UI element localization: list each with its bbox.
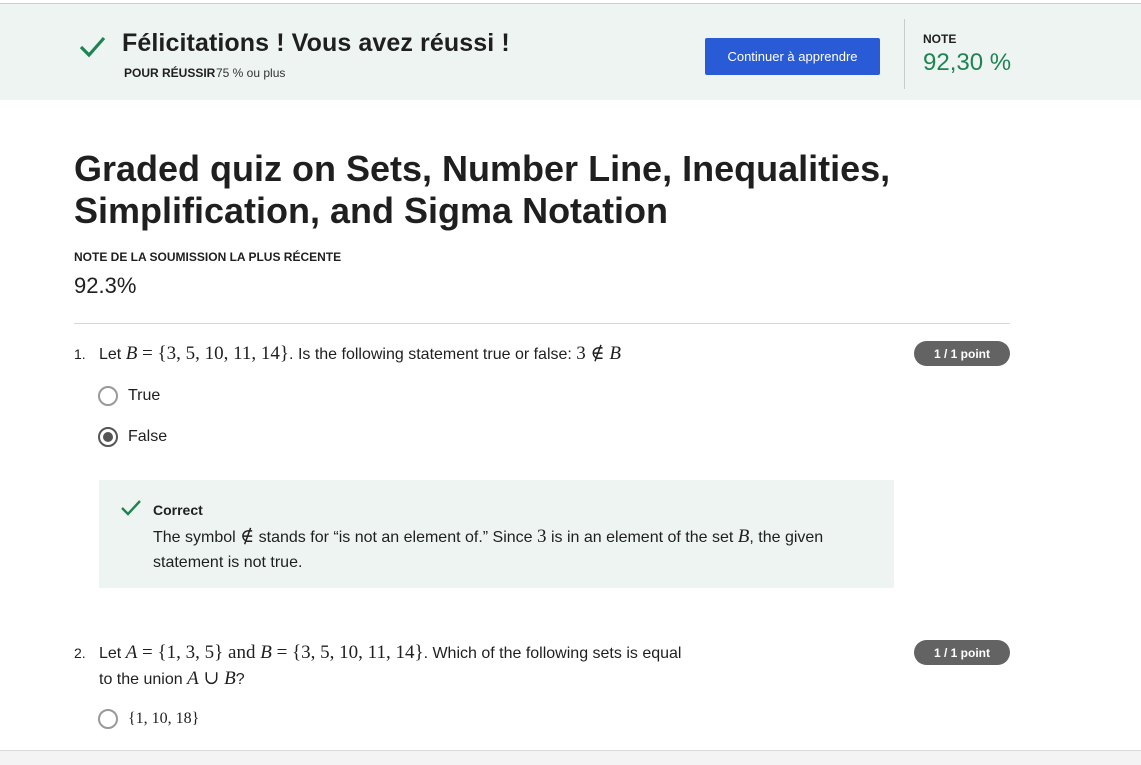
question-number: 2.: [74, 645, 86, 661]
radio-button[interactable]: [98, 709, 118, 729]
recent-submission-grade: 92.3%: [74, 273, 137, 298]
question-text: Let B = {3, 5, 10, 11, 14}. Is the follo…: [99, 343, 621, 364]
option-label: {1, 10, 18}: [128, 710, 200, 727]
checkmark-icon: [79, 36, 106, 58]
radio-button[interactable]: [98, 386, 118, 406]
divider: [74, 323, 1010, 324]
feedback-text: The symbol ∉ stands for “is not an eleme…: [153, 526, 824, 571]
points-badge: 1 / 1 point: [914, 341, 1010, 366]
question-text: Let A = {1, 3, 5} and B = {3, 5, 10, 11,…: [99, 642, 682, 689]
option-label: False: [128, 428, 168, 445]
radio-button-selected[interactable]: [98, 427, 118, 447]
option-label: True: [128, 387, 161, 404]
checkmark-icon: [121, 500, 141, 516]
success-banner: Félicitations ! Vous avez réussi ! POUR …: [0, 3, 1141, 100]
page-title: Graded quiz on Sets, Number Line, Inequa…: [74, 148, 891, 231]
divider: [904, 19, 905, 89]
recent-submission-label: NOTE DE LA SOUMISSION LA PLUS RÉCENTE: [74, 250, 342, 264]
continue-learning-button[interactable]: Continuer à apprendre: [705, 38, 880, 75]
points-badge: 1 / 1 point: [914, 640, 1010, 665]
feedback-title: Correct: [153, 502, 203, 518]
grade-value: 92,30 %: [923, 49, 1012, 76]
pass-label: POUR RÉUSSIR: [124, 66, 216, 80]
pass-value: 75 % ou plus: [216, 66, 286, 80]
answer-option[interactable]: {1, 10, 18}: [98, 709, 199, 729]
bottom-bar: [0, 750, 1141, 765]
banner-title: Félicitations ! Vous avez réussi !: [122, 29, 510, 57]
feedback-box: Correct The symbol ∉ stands for “is not …: [99, 480, 894, 588]
question-number: 1.: [74, 346, 86, 362]
answer-option-true[interactable]: True: [98, 386, 160, 406]
grade-label: NOTE: [923, 32, 957, 46]
answer-option-false[interactable]: False: [98, 427, 167, 447]
